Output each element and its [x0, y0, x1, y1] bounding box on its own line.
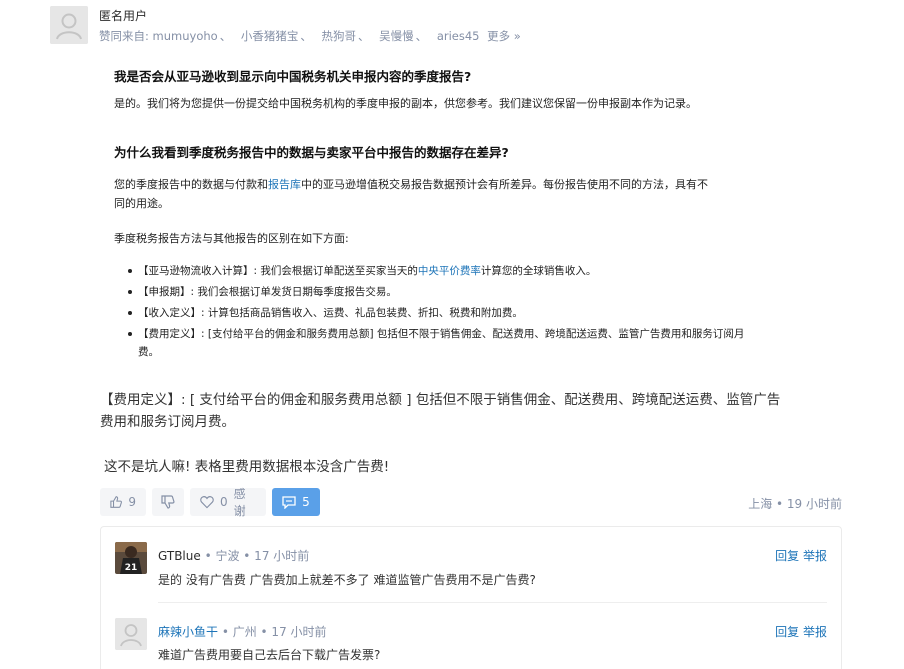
faq-question-1: 我是否会从亚马逊收到显示向中国税务机关申报内容的季度报告?: [114, 69, 472, 84]
jersey-number: 21: [125, 563, 138, 573]
agree-line: 赞同来自: mumuyoho、 小香猪猪宝、 热狗哥、 吴慢慢、 aries45…: [99, 28, 521, 44]
separator: 、: [358, 29, 370, 43]
faq-answer-2-text: 同的用途。: [114, 197, 169, 210]
comment-icon: [282, 495, 296, 509]
agreed-user[interactable]: 小香猪猪宝: [241, 29, 299, 43]
reply-meta: • 广州 • 17 小时前: [218, 625, 327, 639]
comment-line-3: 这不是坑人嘛! 表格里费用数据根本没含广告费!: [104, 459, 390, 475]
separator: 、: [219, 29, 232, 43]
separator: 、: [300, 29, 312, 43]
thumbs-down-icon: [161, 495, 175, 509]
heart-icon: [200, 496, 214, 509]
reply-username[interactable]: 麻辣小鱼干: [158, 625, 218, 639]
agree-prefix: 赞同来自:: [99, 29, 149, 43]
central-rate-link[interactable]: 中央平价费率: [418, 265, 481, 277]
bullet-text: 【申报期】: 我们会根据订单发货日期每季度报告交易。: [138, 286, 397, 298]
separator: 、: [415, 29, 428, 43]
reply-avatar[interactable]: [115, 618, 147, 650]
reply-button[interactable]: 回复: [775, 625, 799, 639]
player-avatar-icon: 21: [115, 542, 147, 574]
reply-avatar[interactable]: 21: [115, 542, 147, 574]
reply-list: 21 GTBlue • 宁波 • 17 小时前 回复 举报 是的 没有广告费 广…: [100, 526, 842, 669]
faq-bullet: 【亚马逊物流收入计算】: 我们会根据订单配送至买家当天的中央平价费率计算您的全球…: [128, 262, 768, 280]
report-button[interactable]: 举报: [803, 549, 827, 563]
author-name[interactable]: 匿名用户: [99, 7, 147, 24]
answer-action-bar: 9 0 感谢 5: [100, 487, 320, 518]
faq-answer-2-text: 中的亚马逊增值税交易报告数据预计会有所差异。每份报告使用不同的方法，具有不: [301, 178, 708, 191]
default-avatar-icon: [115, 618, 147, 650]
reply-header: 麻辣小鱼干 • 广州 • 17 小时前: [158, 623, 327, 640]
faq-answer-2: 您的季度报告中的数据与付款和报告库中的亚马逊增值税交易报告数据预计会有所差异。每…: [114, 175, 774, 213]
thanks-button[interactable]: 0 感谢: [190, 487, 266, 518]
agreed-user[interactable]: mumuyoho: [153, 29, 218, 43]
faq-question-2: 为什么我看到季度税务报告中的数据与卖家平台中报告的数据存在差异?: [114, 145, 509, 160]
agreed-user[interactable]: aries45: [437, 29, 480, 43]
reply-divider: [158, 602, 827, 603]
reply-actions: 回复 举报: [775, 547, 827, 564]
reply-meta: • 宁波 • 17 小时前: [200, 549, 310, 563]
more-agreed-link[interactable]: 更多 »: [487, 29, 521, 43]
like-count: 9: [128, 495, 136, 509]
agreed-user[interactable]: 吴慢慢: [379, 29, 414, 43]
bullet-text: 【费用定义】: [支付给平台的佣金和服务费用总额] 包括但不限于销售佣金、配送费…: [138, 328, 745, 358]
faq-bullet: 【申报期】: 我们会根据订单发货日期每季度报告交易。: [128, 283, 768, 301]
faq-answer-3: 季度税务报告方法与其他报告的区别在如下方面:: [114, 232, 349, 245]
dislike-button[interactable]: [152, 488, 184, 516]
comment-count: 5: [302, 495, 310, 509]
answer-location-time: 上海 • 19 小时前: [748, 497, 842, 511]
reply-username[interactable]: GTBlue: [158, 549, 201, 563]
thanks-count: 0: [219, 495, 228, 509]
agreed-user[interactable]: 热狗哥: [322, 29, 357, 43]
comments-toggle-button[interactable]: 5: [272, 488, 320, 516]
faq-bullet: 【收入定义】: 计算包括商品销售收入、运费、礼品包装费、折扣、税费和附加费。: [128, 304, 768, 322]
author-avatar[interactable]: [50, 6, 88, 44]
bullet-text: 【收入定义】: 计算包括商品销售收入、运费、礼品包装费、折扣、税费和附加费。: [138, 307, 523, 319]
reply-actions: 回复 举报: [775, 623, 827, 640]
faq-answer-1: 是的。我们将为您提供一份提交给中国税务机构的季度申报的副本，供您参考。我们建议您…: [114, 97, 697, 110]
bullet-text: 【亚马逊物流收入计算】: 我们会根据订单配送至买家当天的: [138, 265, 418, 277]
reply-header: GTBlue • 宁波 • 17 小时前: [158, 547, 309, 564]
bullet-text: 计算您的全球销售收入。: [480, 265, 597, 277]
report-library-link[interactable]: 报告库: [268, 178, 301, 191]
comment-line-2: 费用和服务订阅月费。: [100, 414, 235, 430]
like-button[interactable]: 9: [100, 488, 146, 516]
faq-bullet-list: 【亚马逊物流收入计算】: 我们会根据订单配送至买家当天的中央平价费率计算您的全球…: [128, 262, 768, 364]
thumbs-up-icon: [110, 496, 122, 508]
report-button[interactable]: 举报: [803, 625, 827, 639]
thanks-label: 感谢: [233, 487, 246, 518]
comment-line-1: 【费用定义】: [ 支付给平台的佣金和服务费用总额 ] 包括但不限于销售佣金、配…: [100, 392, 781, 408]
reply-text: 难道广告费用要自己去后台下载广告发票?: [158, 648, 381, 662]
reply-button[interactable]: 回复: [775, 549, 799, 563]
faq-answer-2-text: 您的季度报告中的数据与付款和: [114, 178, 268, 191]
faq-bullet: 【费用定义】: [支付给平台的佣金和服务费用总额] 包括但不限于销售佣金、配送费…: [128, 325, 748, 361]
reply-text: 是的 没有广告费 广告费加上就差不多了 难道监管广告费用不是广告费?: [158, 573, 536, 587]
default-avatar-icon: [50, 6, 88, 44]
